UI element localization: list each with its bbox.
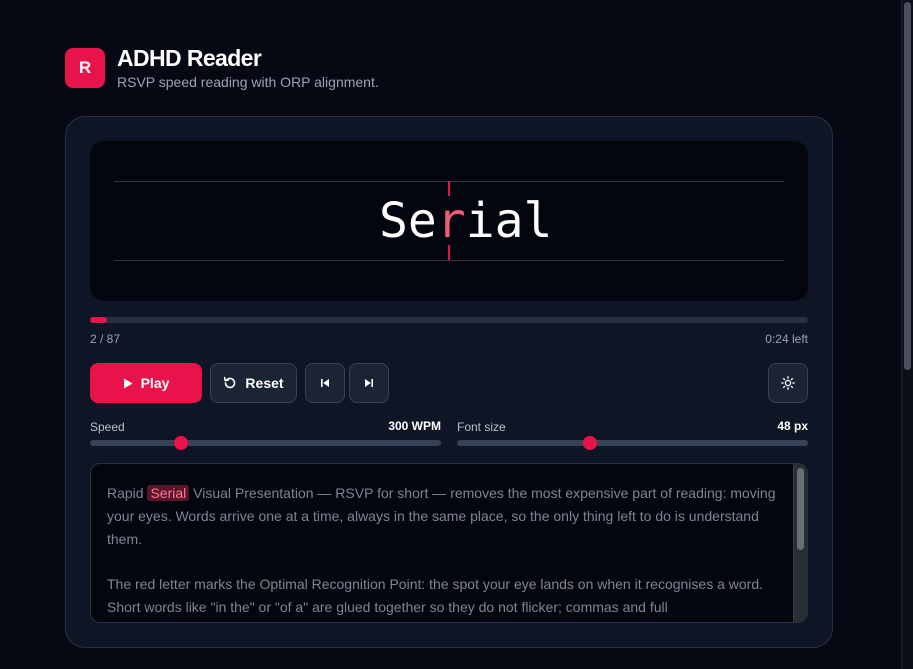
progress-fill <box>90 317 107 323</box>
speed-label: Speed <box>90 420 125 434</box>
current-word: Serial <box>379 193 552 249</box>
current-word-highlight[interactable]: Serial <box>147 485 190 501</box>
guide-line-bottom <box>114 260 784 261</box>
progress-count: 2 / 87 <box>90 332 121 346</box>
text-span: Rapid <box>107 485 148 501</box>
reset-icon <box>224 376 236 389</box>
font-size-value: 48 px <box>777 419 808 433</box>
previous-word-button[interactable] <box>305 363 345 403</box>
time-left: 0:24 left <box>765 332 808 346</box>
page-scrollbar[interactable] <box>901 0 913 669</box>
play-icon <box>123 378 133 388</box>
skip-back-icon <box>321 379 329 387</box>
font-size-slider[interactable] <box>457 436 808 450</box>
skip-forward-icon <box>365 379 373 387</box>
reader-card: Serial 2 / 87 0:24 left Play Reset Speed… <box>65 116 833 648</box>
source-text: Rapid Serial Visual Presentation — RSVP … <box>107 482 779 622</box>
speed-value: 300 WPM <box>388 419 441 433</box>
text-paragraph: Rapid Serial Visual Presentation — RSVP … <box>107 482 779 551</box>
progress-bar[interactable] <box>90 317 808 323</box>
reset-button[interactable]: Reset <box>210 363 297 403</box>
page-scrollbar-thumb[interactable] <box>904 2 911 370</box>
sun-icon <box>781 376 795 390</box>
font-size-label: Font size <box>457 420 506 434</box>
rsvp-display: Serial <box>90 141 808 301</box>
text-paragraph: The red letter marks the Optimal Recogni… <box>107 576 764 615</box>
word-after-orp: ial <box>465 193 553 249</box>
reset-button-label: Reset <box>245 375 284 391</box>
next-word-button[interactable] <box>349 363 389 403</box>
text-panel-scrollbar[interactable] <box>793 464 807 622</box>
app-header: R ADHD Reader RSVP speed reading with OR… <box>65 45 379 90</box>
speed-slider[interactable] <box>90 436 441 450</box>
word-before-orp: Se <box>379 193 437 249</box>
app-logo: R <box>65 47 105 88</box>
play-button[interactable]: Play <box>90 363 202 403</box>
play-button-label: Play <box>140 375 170 391</box>
source-text-panel[interactable]: Rapid Serial Visual Presentation — RSVP … <box>90 463 808 623</box>
app-subtitle: RSVP speed reading with ORP alignment. <box>117 74 379 90</box>
word-orp-letter: r <box>436 193 466 249</box>
text-panel-scrollbar-thumb[interactable] <box>797 468 804 550</box>
title-block: ADHD Reader RSVP speed reading with ORP … <box>117 45 379 90</box>
speed-slider-thumb[interactable] <box>174 436 189 450</box>
theme-toggle-button[interactable] <box>768 363 808 403</box>
text-span: Visual Presentation — RSVP for short — r… <box>107 485 776 547</box>
font-size-slider-thumb[interactable] <box>583 436 598 450</box>
app-title: ADHD Reader <box>117 45 262 71</box>
